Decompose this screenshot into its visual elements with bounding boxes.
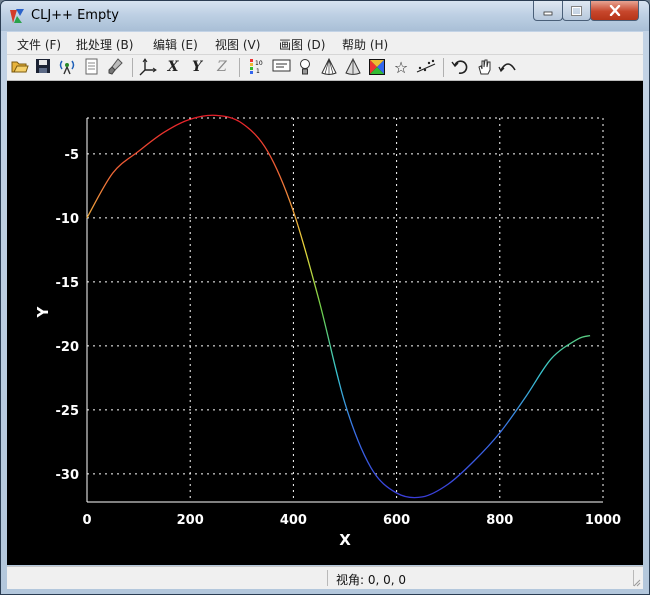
- maximize-icon: [571, 5, 582, 16]
- x-tick-label: 0: [82, 513, 91, 528]
- x-tick-label: 800: [486, 513, 513, 528]
- z-axis-icon[interactable]: Z: [212, 58, 232, 77]
- menu-help[interactable]: 帮助 (H): [342, 36, 388, 53]
- y-tick-label: -15: [56, 276, 80, 291]
- minimize-icon: [543, 11, 553, 15]
- x-tick-label: 200: [177, 513, 204, 528]
- title-bar[interactable]: CLJ++ Empty: [1, 1, 649, 31]
- menu-bar: 文件 (F) 批处理 (B) 编辑 (E) 视图 (V) 画图 (D) 帮助 (…: [7, 32, 643, 55]
- document-icon[interactable]: [81, 58, 101, 77]
- scatter-icon[interactable]: [416, 58, 436, 77]
- y-axis-icon[interactable]: Y: [187, 58, 207, 77]
- y-tick-label: -30: [56, 468, 80, 483]
- menu-view[interactable]: 视图 (V): [215, 36, 260, 53]
- hand-icon[interactable]: [474, 58, 494, 77]
- status-divider: [327, 570, 328, 586]
- x-axis-icon[interactable]: X: [163, 58, 183, 77]
- toolbar-separator: [239, 58, 240, 77]
- star-icon[interactable]: ☆: [391, 58, 411, 77]
- menu-file[interactable]: 文件 (F): [17, 36, 61, 53]
- menu-draw[interactable]: 画图 (D): [279, 36, 325, 53]
- menu-batch[interactable]: 批处理 (B): [76, 36, 133, 53]
- reset-view-icon[interactable]: [498, 58, 518, 77]
- maximize-button[interactable]: [562, 1, 591, 21]
- axes-icon[interactable]: [138, 58, 158, 77]
- plot-canvas[interactable]: 0 200 400 600 800 1000 -5 -10 -15 -20 -25 -30 X Y: [7, 81, 643, 565]
- menu-edit[interactable]: 编辑 (E): [153, 36, 198, 53]
- close-icon: [609, 5, 620, 16]
- brush-icon[interactable]: [105, 58, 125, 77]
- resize-grip-icon[interactable]: [631, 577, 641, 587]
- window-title: CLJ++ Empty: [31, 8, 119, 23]
- label-icon[interactable]: [271, 58, 291, 77]
- rotate-icon[interactable]: [450, 58, 470, 77]
- x-tick-label: 1000: [585, 513, 621, 528]
- y-axis-label: Y: [34, 305, 52, 318]
- color-scale-icon[interactable]: 10 1: [247, 58, 267, 77]
- y-tick-label: -20: [56, 340, 80, 355]
- minimize-button[interactable]: [533, 1, 563, 21]
- view-angle-status: 视角: 0, 0, 0: [336, 573, 407, 587]
- open-folder-icon[interactable]: [10, 58, 30, 77]
- x-axis-label: X: [339, 531, 351, 549]
- svg-text:10: 10: [255, 60, 263, 67]
- app-logo-icon: [10, 9, 24, 23]
- wireframe-cone-icon[interactable]: [319, 57, 339, 77]
- x-tick-label: 400: [280, 513, 307, 528]
- antenna-icon[interactable]: [57, 58, 77, 77]
- status-bar: 视角: 0, 0, 0: [7, 566, 643, 589]
- data-series-line: [86, 114, 591, 499]
- solid-cone-icon[interactable]: [343, 57, 363, 77]
- light-bulb-icon[interactable]: [295, 58, 315, 77]
- toolbar-separator: [132, 58, 133, 77]
- x-tick-label: 600: [383, 513, 410, 528]
- svg-text:1: 1: [256, 68, 260, 75]
- line-chart: 0 200 400 600 800 1000 -5 -10 -15 -20 -25 -30 X Y: [34, 114, 621, 549]
- color-picture-icon[interactable]: [367, 58, 387, 77]
- close-button[interactable]: [590, 1, 639, 21]
- y-tick-label: -25: [56, 404, 80, 419]
- toolbar: X Y Z 10 1 ☆: [7, 55, 643, 81]
- save-icon[interactable]: [33, 58, 53, 77]
- y-tick-label: -10: [56, 212, 80, 227]
- main-window: CLJ++ Empty 文件 (F) 批处理 (B) 编辑 (E) 视图 (V)…: [0, 0, 650, 595]
- toolbar-separator: [443, 58, 444, 77]
- y-tick-label: -5: [65, 148, 79, 163]
